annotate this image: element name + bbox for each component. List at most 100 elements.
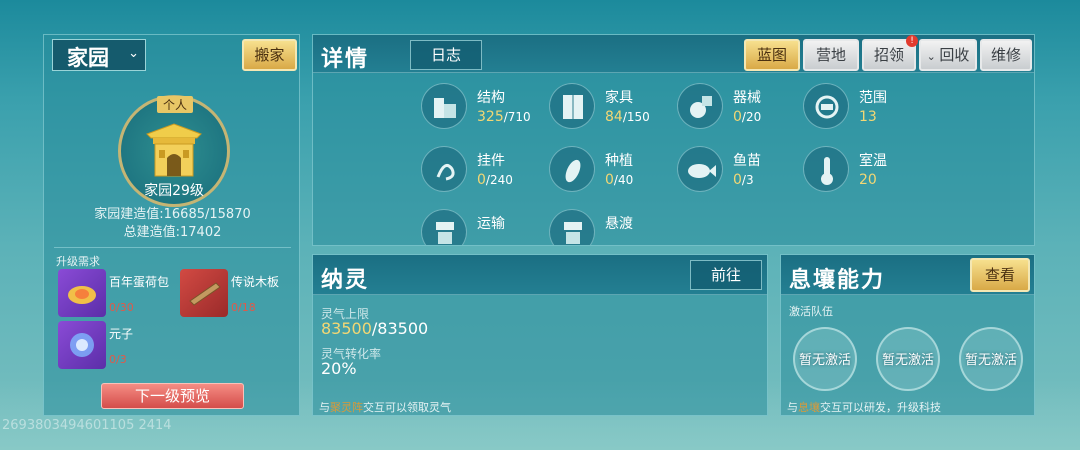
stat-name: 结构 xyxy=(477,90,505,106)
view-button[interactable]: 查看 xyxy=(970,258,1030,292)
transport-icon xyxy=(421,209,467,245)
requirement-name: 百年蛋荷包 xyxy=(109,275,170,289)
footer-post: 交互可以领取灵气 xyxy=(363,401,451,414)
go-button[interactable]: 前往 xyxy=(690,260,762,290)
range-icon xyxy=(803,83,849,129)
total-value: 17402 xyxy=(180,225,222,240)
move-button[interactable]: 搬家 xyxy=(242,39,297,71)
stat-max: /40 xyxy=(613,173,634,187)
stat-name: 悬渡 xyxy=(605,216,633,232)
stat-value-line: 0/240 xyxy=(477,172,513,188)
total-value-line: 总建造值:17402 xyxy=(44,221,301,240)
stat-fish: 鱼苗 0/3 xyxy=(677,142,797,198)
watermark-id: 2693803494601105 2414 xyxy=(2,418,172,433)
stat-range: 范围 13 xyxy=(803,79,923,135)
homestead-panel: 家园 ⌄ 搬家 个人 家园29级 家园建造值:16685/15870 总建造值:… xyxy=(43,34,300,416)
dropdown-label: 家园 xyxy=(67,46,109,70)
cap-line: 83500/83500 xyxy=(321,319,428,338)
stat-name: 室温 xyxy=(859,153,887,169)
stat-value: 84 xyxy=(605,109,623,125)
requirement-count: 0/3 xyxy=(109,353,127,366)
machine-icon xyxy=(677,83,723,129)
slot-status: 暂无激活 xyxy=(964,353,1017,368)
footer-pre: 与 xyxy=(319,401,330,414)
build-value: 16685/15870 xyxy=(163,207,251,222)
stat-value: 13 xyxy=(859,109,877,125)
cap-max: /83500 xyxy=(371,319,429,338)
stat-value: 0 xyxy=(733,109,742,125)
stat-planting: 种植 0/40 xyxy=(549,142,669,198)
stat-value-line: 0/3 xyxy=(733,172,754,188)
homestead-dropdown[interactable]: 家园 ⌄ xyxy=(52,39,146,71)
camp-button[interactable]: 营地 xyxy=(803,39,859,71)
homestead-emblem: 个人 家园29级 xyxy=(118,95,230,207)
requirement-item-lotus-egg[interactable] xyxy=(58,269,106,317)
team-label: 激活队伍 xyxy=(789,305,833,318)
total-label: 总建造值: xyxy=(123,225,181,240)
stat-value-line: 20 xyxy=(859,172,877,188)
details-title: 详情 xyxy=(321,47,370,72)
stat-structure: 结构 325/710 xyxy=(421,79,541,135)
stat-furniture: 家具 84/150 xyxy=(549,79,669,135)
xirang-panel: 息壤能力 查看 激活队伍 暂无激活 暂无激活 暂无激活 与息壤交互可以研发，升级… xyxy=(780,254,1035,416)
house-icon xyxy=(146,123,202,177)
stat-name: 运输 xyxy=(477,216,505,232)
stat-name: 鱼苗 xyxy=(733,153,761,169)
stat-value: 0 xyxy=(605,172,614,188)
stat-value-line: 13 xyxy=(859,109,877,125)
stat-value: 325 xyxy=(477,109,504,125)
requirement-name: 元子 xyxy=(109,327,134,341)
structure-icon xyxy=(421,83,467,129)
stat-suspension: 悬渡 xyxy=(549,205,669,245)
chevron-down-icon: ⌄ xyxy=(128,46,139,61)
recruit-button[interactable]: 招领 ! xyxy=(862,35,918,71)
stat-value-line: 0/20 xyxy=(733,109,761,125)
fish-icon xyxy=(677,146,723,192)
naling-footer: 与聚灵阵交互可以领取灵气 xyxy=(319,399,451,415)
cap-current: 83500 xyxy=(321,319,372,338)
planting-icon xyxy=(549,146,595,192)
details-panel: 详情 日志 蓝图 营地 招领 ! ⌄ 回收 维修 结构 325/710 家具 8… xyxy=(312,34,1035,246)
recycle-button[interactable]: ⌄ 回收 xyxy=(919,39,977,71)
stat-temperature: 室温 20 xyxy=(803,142,923,198)
footer-highlight: 聚灵阵 xyxy=(330,401,363,414)
team-slot[interactable]: 暂无激活 xyxy=(959,327,1023,391)
requirement-item-wood-plank[interactable] xyxy=(180,269,228,317)
footer-highlight: 息壤 xyxy=(798,401,820,414)
chevron-down-icon: ⌄ xyxy=(926,50,940,63)
team-slot[interactable]: 暂无激活 xyxy=(793,327,857,391)
stat-value-line: 0/40 xyxy=(605,172,633,188)
furniture-icon xyxy=(549,83,595,129)
stat-name: 挂件 xyxy=(477,153,505,169)
blueprint-button[interactable]: 蓝图 xyxy=(744,39,800,71)
rate-value: 20% xyxy=(321,359,357,378)
requirement-item-yuanzi[interactable] xyxy=(58,321,106,369)
upgrade-title: 升级需求 xyxy=(56,255,100,268)
log-button[interactable]: 日志 xyxy=(410,40,482,70)
team-slot[interactable]: 暂无激活 xyxy=(876,327,940,391)
build-label: 家园建造值: xyxy=(94,207,164,222)
stat-pendant: 挂件 0/240 xyxy=(421,142,541,198)
alert-badge-icon: ! xyxy=(906,35,918,47)
yuanzi-icon xyxy=(70,333,94,357)
stat-max: /240 xyxy=(485,173,513,187)
stat-max: /3 xyxy=(741,173,754,187)
xirang-footer: 与息壤交互可以研发，升级科技 xyxy=(787,399,941,415)
next-level-preview-button[interactable]: 下一级预览 xyxy=(101,383,244,409)
stat-value: 0 xyxy=(733,172,742,188)
naling-title: 纳灵 xyxy=(321,268,370,293)
stat-name: 范围 xyxy=(859,90,887,106)
requirement-count: 0/18 xyxy=(231,301,256,314)
requirement-name: 传说木板 xyxy=(231,275,280,289)
recycle-label: 回收 xyxy=(939,46,970,64)
footer-post: 交互可以研发，升级科技 xyxy=(820,401,941,414)
repair-button[interactable]: 维修 xyxy=(980,39,1032,71)
lotus-egg-icon xyxy=(68,286,96,304)
stat-max: /150 xyxy=(622,110,650,124)
stat-transport: 运输 xyxy=(421,205,541,245)
stat-max: /20 xyxy=(741,110,762,124)
stat-machine: 器械 0/20 xyxy=(677,79,797,135)
xirang-title: 息壤能力 xyxy=(789,268,886,293)
stat-name: 种植 xyxy=(605,153,633,169)
stat-value: 20 xyxy=(859,172,877,188)
